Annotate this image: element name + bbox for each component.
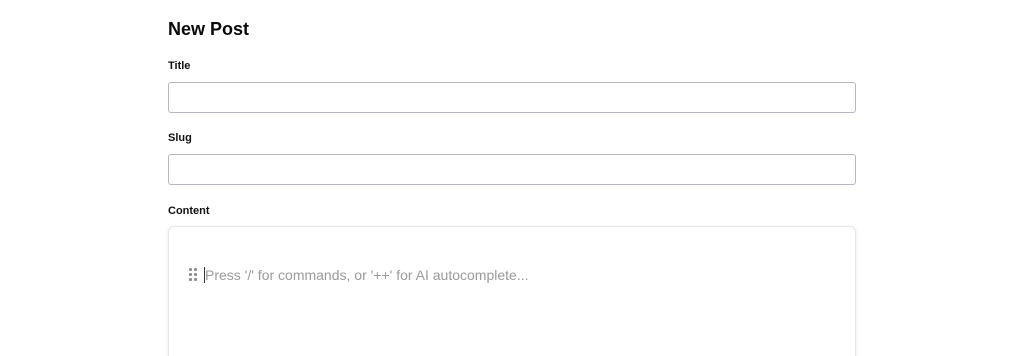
slug-input[interactable] [168, 154, 856, 185]
title-input[interactable] [168, 82, 856, 113]
content-editor[interactable]: Press '/' for commands, or '++' for AI a… [168, 226, 856, 356]
title-label: Title [168, 60, 191, 72]
drag-handle-icon[interactable] [189, 268, 199, 282]
content-placeholder: Press '/' for commands, or '++' for AI a… [205, 267, 529, 283]
content-label: Content [168, 205, 210, 217]
slug-label: Slug [168, 132, 192, 144]
new-post-page: New Post Title Slug Content Press '/' fo… [0, 0, 1024, 356]
page-title: New Post [168, 19, 250, 39]
